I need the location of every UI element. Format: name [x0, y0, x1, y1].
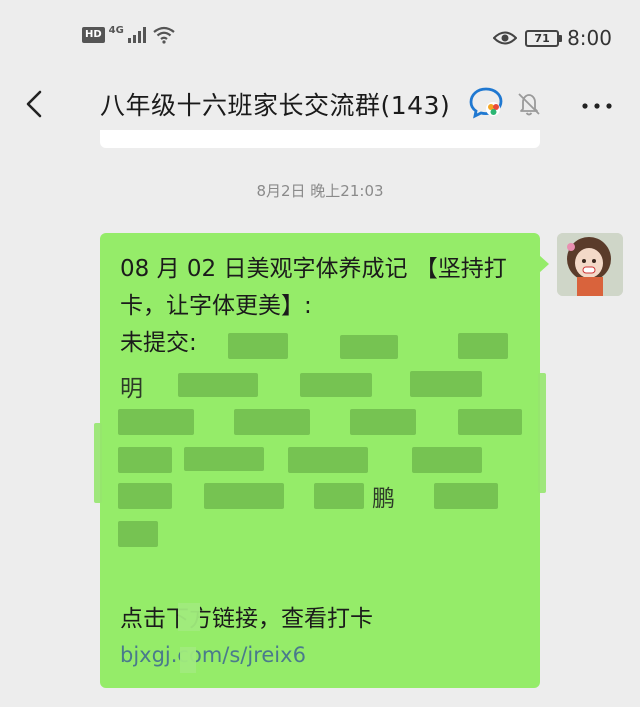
status-left: HD 4G: [82, 24, 176, 44]
chat-header: 八年级十六班家长交流群(143): [0, 72, 640, 136]
redacted-name-list: 明 鹏: [94, 313, 546, 563]
status-right: 71 8:00: [493, 26, 612, 50]
back-button[interactable]: [16, 84, 56, 124]
wifi-icon: [153, 26, 175, 44]
mute-bell-icon: [514, 90, 544, 122]
clock: 8:00: [567, 26, 612, 50]
avatar-illustration: [557, 233, 623, 296]
more-dots-icon: [582, 103, 612, 109]
network-type: 4G: [108, 24, 124, 36]
link-instruction: 点击下方链接，查看打卡: [120, 606, 373, 632]
back-arrow-icon: [26, 90, 42, 118]
redacted-char: [178, 603, 200, 631]
battery-level: 71: [534, 31, 550, 45]
checkin-link[interactable]: bjxgj.com/s/jreix6: [120, 643, 306, 667]
status-bar: HD 4G 71 8:00: [0, 0, 640, 72]
eye-icon: [493, 31, 518, 45]
hd-badge: HD: [82, 27, 105, 43]
chat-title[interactable]: 八年级十六班家长交流群(143): [100, 86, 450, 122]
sender-avatar[interactable]: [557, 233, 623, 296]
battery-icon: 71: [525, 29, 563, 47]
signal-icon: [127, 27, 146, 43]
group-chat-icon[interactable]: [469, 86, 505, 124]
redacted-char: [180, 647, 196, 673]
previous-message-bubble[interactable]: [100, 130, 540, 148]
name-fragment: 鹏: [372, 486, 395, 512]
more-button[interactable]: [577, 86, 617, 122]
name-fragment: 明: [120, 376, 143, 402]
message-timestamp: 8月2日 晚上21:03: [256, 182, 384, 200]
message-bubble[interactable]: 08 月 02 日美观字体养成记 【坚持打卡，让字体更美】: 未提交: 明 鹏: [94, 233, 549, 688]
